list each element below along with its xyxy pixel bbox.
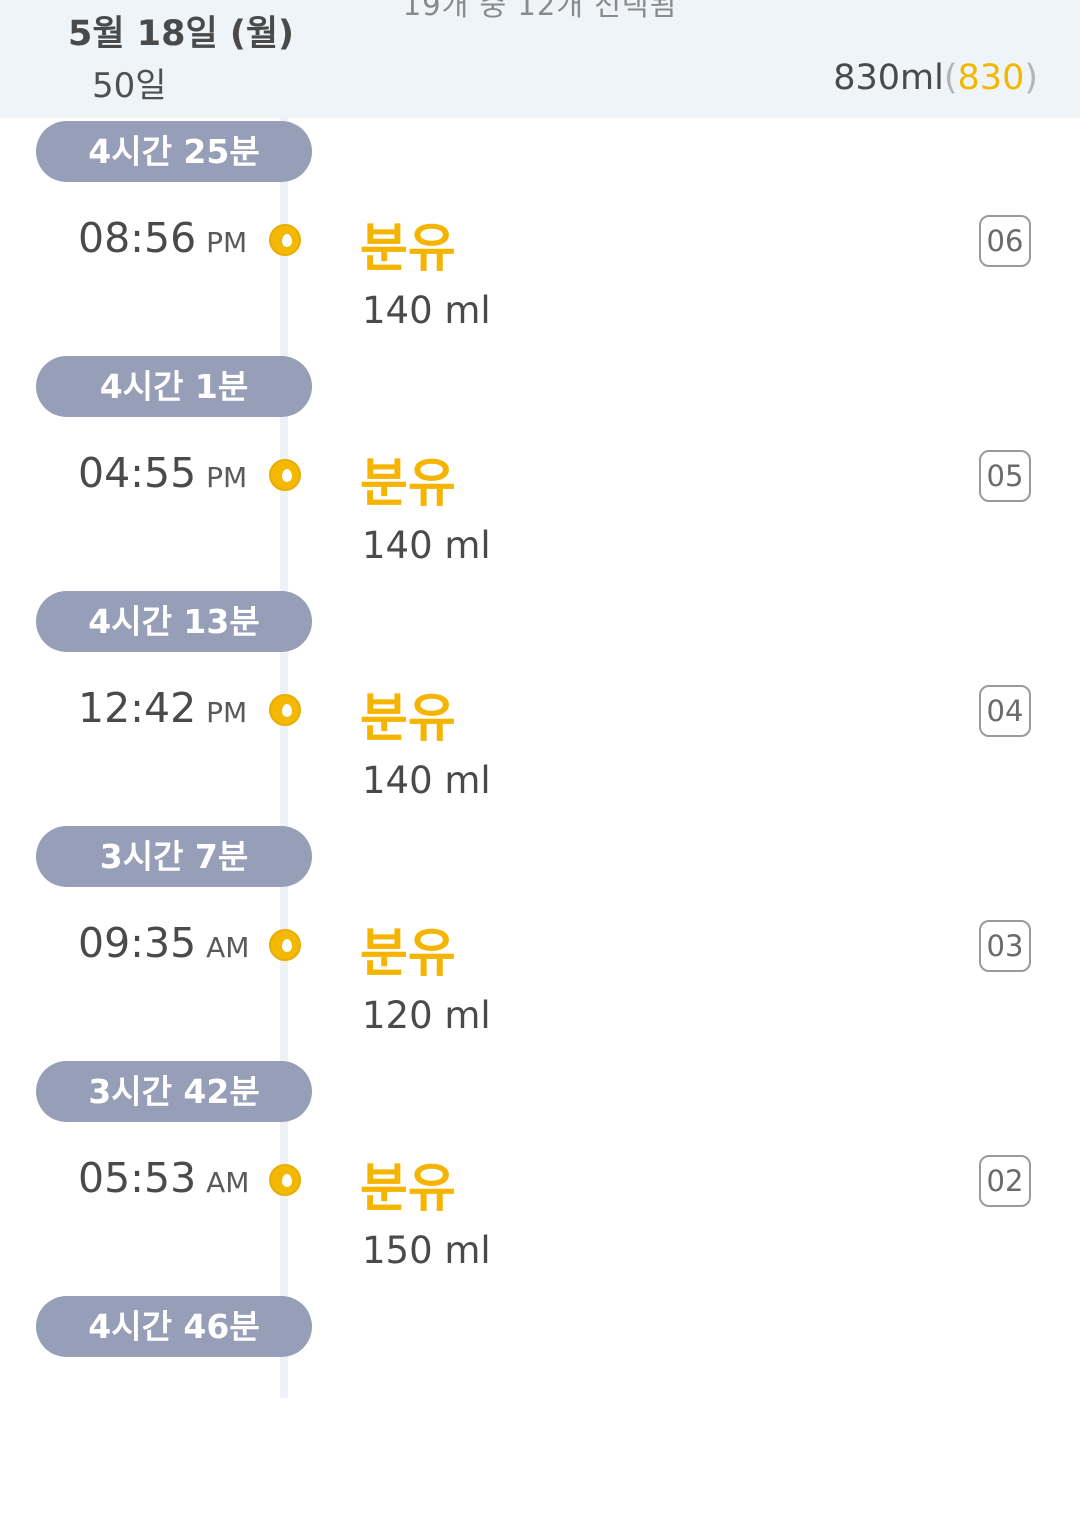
date-label[interactable]: 5월 18일 (월) — [68, 5, 294, 56]
baby-age-days: 50일 — [92, 66, 167, 106]
order-badge: 04 — [979, 685, 1031, 737]
formula-drop-icon — [269, 929, 301, 961]
time-ampm: AM — [206, 931, 250, 964]
total-paren-open: ( — [943, 58, 958, 98]
time-ampm: PM — [206, 696, 248, 729]
feeding-amount: 140 ml — [362, 524, 491, 567]
time-value: 05:53 — [78, 1154, 197, 1202]
interval-pill: 3시간 7분 — [36, 826, 312, 887]
feeding-entry[interactable]: 3시간 42분 05:53 AM 분유 150 ml 02 — [0, 1061, 1080, 1296]
total-paren-close: ) — [1024, 58, 1038, 98]
feeding-amount: 120 ml — [362, 994, 491, 1037]
time-ampm: PM — [206, 226, 248, 259]
order-badge: 03 — [979, 920, 1031, 972]
interval-pill: 3시간 42분 — [36, 1061, 312, 1122]
time-ampm: PM — [206, 461, 248, 494]
entry-time: 09:35 AM — [78, 919, 249, 967]
formula-drop-icon — [269, 1164, 301, 1196]
feeding-amount: 140 ml — [362, 759, 491, 802]
feeding-amount: 140 ml — [362, 289, 491, 332]
feeding-type: 분유 — [360, 454, 456, 514]
formula-drop-icon — [269, 694, 301, 726]
entry-time: 05:53 AM — [78, 1154, 249, 1202]
interval-pill: 4시간 13분 — [36, 591, 312, 652]
time-value: 09:35 — [78, 919, 197, 967]
time-ampm: AM — [206, 1166, 250, 1199]
formula-drop-icon — [269, 459, 301, 491]
order-badge: 06 — [979, 215, 1031, 267]
feeding-entry[interactable]: 3시간 7분 09:35 AM 분유 120 ml 03 — [0, 826, 1080, 1061]
interval-pill: 4시간 25분 — [36, 121, 312, 182]
entry-time: 08:56 PM — [78, 214, 247, 262]
feeding-entry[interactable]: 4시간 25분 08:56 PM 분유 140 ml 06 — [0, 121, 1080, 356]
time-value: 12:42 — [78, 684, 197, 732]
entry-time: 12:42 PM — [78, 684, 247, 732]
feeding-type: 분유 — [360, 219, 456, 279]
feeding-entry[interactable]: 4시간 1분 04:55 PM 분유 140 ml 05 — [0, 356, 1080, 591]
feeding-type: 분유 — [360, 689, 456, 749]
time-value: 08:56 — [78, 214, 197, 262]
interval-pill: 4시간 1분 — [36, 356, 312, 417]
order-badge: 02 — [979, 1155, 1031, 1207]
entry-time: 04:55 PM — [78, 449, 247, 497]
feeding-type: 분유 — [360, 924, 456, 984]
order-badge: 05 — [979, 450, 1031, 502]
daily-total: 830ml(830) — [833, 58, 1038, 98]
feeding-amount: 150 ml — [362, 1229, 491, 1272]
feeding-type: 분유 — [360, 1159, 456, 1219]
total-ml: 830ml — [833, 58, 944, 98]
total-count: 830 — [957, 58, 1025, 98]
list-bottom-edge — [0, 1398, 1080, 1417]
feeding-entry[interactable]: 4시간 13분 12:42 PM 분유 140 ml 04 — [0, 591, 1080, 826]
formula-drop-icon — [269, 224, 301, 256]
time-value: 04:55 — [78, 449, 197, 497]
day-header: 19개 중 12개 선택됨 5월 18일 (월) 50일 830ml(830) — [0, 0, 1080, 118]
interval-pill: 4시간 46분 — [36, 1296, 312, 1357]
